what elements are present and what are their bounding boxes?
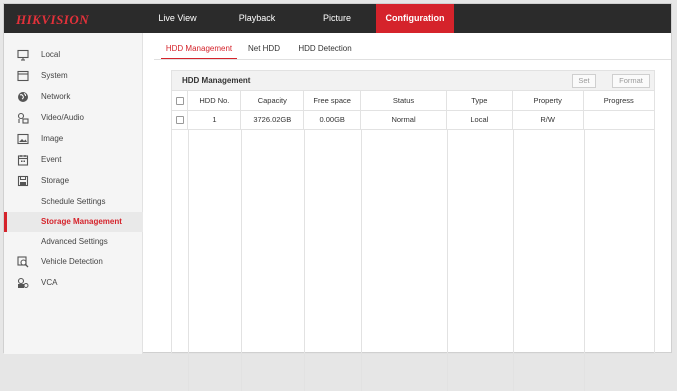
format-button[interactable]: Format (612, 74, 650, 88)
hdd-management-panel: HDD Management Set Format HDD No. Capaci… (171, 70, 655, 391)
select-all-checkbox[interactable] (175, 96, 184, 105)
hdd-table: HDD No. Capacity Free space Status Type … (172, 91, 654, 130)
nav-live-view[interactable]: Live View (144, 4, 211, 33)
sidebar-item-label: VCA (41, 278, 58, 287)
panel-header: HDD Management Set Format (172, 71, 654, 91)
video-audio-icon (17, 112, 29, 124)
cell-progress (583, 110, 654, 130)
column-line (447, 129, 448, 391)
column-line (241, 129, 242, 391)
nav-playback[interactable]: Playback (221, 4, 293, 33)
col-hdd-no: HDD No. (187, 91, 242, 111)
panel-title: HDD Management (182, 76, 251, 85)
nav-picture[interactable]: Picture (301, 4, 373, 33)
sidebar-item-local[interactable]: Local (4, 45, 143, 65)
sidebar-subitem-schedule-settings[interactable]: Schedule Settings (4, 192, 143, 212)
calendar-icon (17, 154, 29, 166)
monitor-icon (17, 49, 29, 61)
column-line (584, 129, 585, 391)
sidebar: Local System Network Video/Audio Image E… (4, 33, 143, 354)
table-row[interactable]: 1 3726.02GB 0.00GB Normal Local R/W (172, 110, 654, 130)
row-select-cell (172, 110, 189, 130)
vehicle-detection-icon (17, 256, 29, 268)
sidebar-item-storage[interactable]: Storage (4, 171, 143, 191)
col-property: Property (512, 91, 584, 111)
sidebar-item-video-audio[interactable]: Video/Audio (4, 108, 143, 128)
sidebar-item-label: System (41, 71, 68, 80)
select-all-cell (172, 91, 189, 111)
row-checkbox[interactable] (175, 116, 184, 124)
cell-free-space: 0.00GB (303, 110, 362, 130)
vca-icon (17, 277, 29, 289)
tab-divider (154, 59, 671, 60)
sidebar-item-label: Network (41, 92, 71, 101)
sidebar-item-vca[interactable]: VCA (4, 273, 143, 293)
sidebar-item-label: Image (41, 134, 64, 143)
save-icon (17, 175, 29, 187)
table-header-row: HDD No. Capacity Free space Status Type … (172, 91, 654, 111)
sidebar-item-image[interactable]: Image (4, 129, 143, 149)
column-line (361, 129, 362, 391)
sidebar-item-network[interactable]: Network (4, 87, 143, 107)
set-button[interactable]: Set (572, 74, 596, 88)
sidebar-item-label: Local (41, 50, 61, 59)
col-free-space: Free space (303, 91, 362, 111)
cell-type: Local (446, 110, 513, 130)
sidebar-item-event[interactable]: Event (4, 150, 143, 170)
col-capacity: Capacity (240, 91, 305, 111)
column-line (513, 129, 514, 391)
col-status: Status (360, 91, 447, 111)
image-icon (17, 133, 29, 145)
tab-hdd-management[interactable]: HDD Management (161, 42, 237, 60)
cell-capacity: 3726.02GB (240, 110, 305, 130)
sidebar-item-label: Storage (41, 176, 70, 185)
sidebar-subitem-label: Schedule Settings (41, 197, 106, 206)
column-line (304, 129, 305, 391)
tab-net-hdd[interactable]: Net HDD (244, 42, 284, 60)
column-line (188, 129, 189, 391)
tab-hdd-detection[interactable]: HDD Detection (294, 42, 356, 60)
globe-icon (17, 91, 29, 103)
sidebar-subitem-label: Advanced Settings (41, 237, 108, 246)
sidebar-subitem-advanced-settings[interactable]: Advanced Settings (4, 232, 143, 252)
sidebar-item-label: Vehicle Detection (41, 257, 103, 266)
sidebar-subitem-storage-management[interactable]: Storage Management (4, 212, 143, 232)
hikvision-logo: HIKVISION (16, 12, 90, 27)
system-icon (17, 70, 29, 82)
cell-status: Normal (360, 110, 447, 130)
sidebar-item-label: Event (41, 155, 62, 164)
nav-configuration[interactable]: Configuration (376, 4, 454, 33)
sidebar-subitem-label: Storage Management (41, 217, 122, 226)
sidebar-item-label: Video/Audio (41, 113, 84, 122)
cell-property: R/W (512, 110, 584, 130)
col-type: Type (446, 91, 513, 111)
col-progress: Progress (583, 91, 654, 111)
sidebar-item-system[interactable]: System (4, 66, 143, 86)
sidebar-item-vehicle-detection[interactable]: Vehicle Detection (4, 252, 143, 272)
cell-hdd-no: 1 (187, 110, 242, 130)
top-nav-bar: HIKVISION Live View Playback Picture Con… (4, 4, 671, 33)
app-window: HIKVISION Live View Playback Picture Con… (3, 3, 672, 391)
